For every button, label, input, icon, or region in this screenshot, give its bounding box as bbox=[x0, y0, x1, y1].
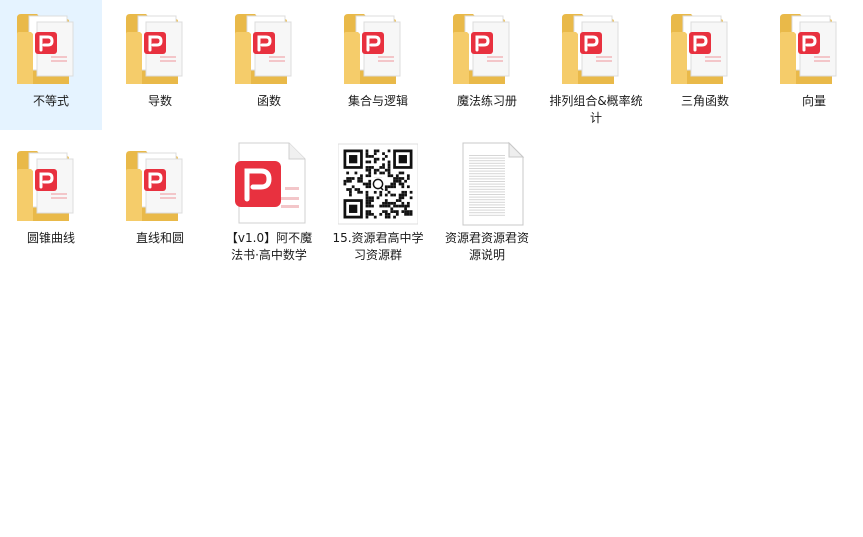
file-item-label: 三角函数 bbox=[680, 94, 729, 108]
file-item-2[interactable]: 导数 bbox=[109, 0, 211, 130]
file-item-label: 魔法练习册 bbox=[456, 94, 517, 108]
file-item-label: 向量 bbox=[801, 94, 826, 108]
file-item-label: 函数 bbox=[256, 94, 281, 108]
file-item-8[interactable]: 向量 bbox=[763, 0, 863, 130]
file-item-13[interactable]: 资源君资源君资源说明 bbox=[436, 137, 538, 267]
file-item-label: 排列组合&概率统计 bbox=[549, 94, 643, 125]
file-item-4[interactable]: 集合与逻辑 bbox=[327, 0, 429, 130]
file-item-label: 资源君资源君资源说明 bbox=[444, 231, 529, 262]
file-item-label: 【v1.0】阿不魔法书·高中数学 bbox=[225, 231, 313, 262]
folder-with-wps-pdf-icon bbox=[447, 4, 527, 90]
qr-code-image-icon bbox=[338, 141, 418, 227]
file-explorer-view: 不等式 导数 函数 集合与逻辑 魔法练习册 排列组合&概率统计 三角函数 向量 … bbox=[0, 0, 863, 537]
file-item-label: 15.资源君高中学习资源群 bbox=[332, 231, 424, 262]
folder-with-wps-pdf-icon bbox=[11, 4, 91, 90]
file-item-12[interactable]: 15.资源君高中学习资源群 bbox=[327, 137, 429, 267]
file-item-label: 集合与逻辑 bbox=[347, 94, 408, 108]
wps-pdf-file-icon bbox=[229, 141, 309, 227]
folder-with-wps-pdf-icon bbox=[229, 4, 309, 90]
file-item-3[interactable]: 函数 bbox=[218, 0, 320, 130]
file-item-7[interactable]: 三角函数 bbox=[654, 0, 756, 130]
file-item-10[interactable]: 直线和圆 bbox=[109, 137, 211, 267]
folder-with-wps-pdf-icon bbox=[120, 141, 200, 227]
folder-with-wps-pdf-icon bbox=[774, 4, 854, 90]
file-item-1[interactable]: 不等式 bbox=[0, 0, 102, 130]
file-item-label: 圆锥曲线 bbox=[26, 231, 75, 245]
folder-with-wps-pdf-icon bbox=[665, 4, 745, 90]
file-item-label: 直线和圆 bbox=[135, 231, 184, 245]
file-item-11[interactable]: 【v1.0】阿不魔法书·高中数学 bbox=[218, 137, 320, 267]
file-item-label: 导数 bbox=[147, 94, 172, 108]
text-document-icon bbox=[447, 141, 527, 227]
file-item-label: 不等式 bbox=[32, 94, 69, 108]
file-item-6[interactable]: 排列组合&概率统计 bbox=[545, 0, 647, 130]
file-item-5[interactable]: 魔法练习册 bbox=[436, 0, 538, 130]
folder-with-wps-pdf-icon bbox=[120, 4, 200, 90]
file-item-9[interactable]: 圆锥曲线 bbox=[0, 137, 102, 267]
folder-with-wps-pdf-icon bbox=[338, 4, 418, 90]
folder-with-wps-pdf-icon bbox=[556, 4, 636, 90]
folder-with-wps-pdf-icon bbox=[11, 141, 91, 227]
